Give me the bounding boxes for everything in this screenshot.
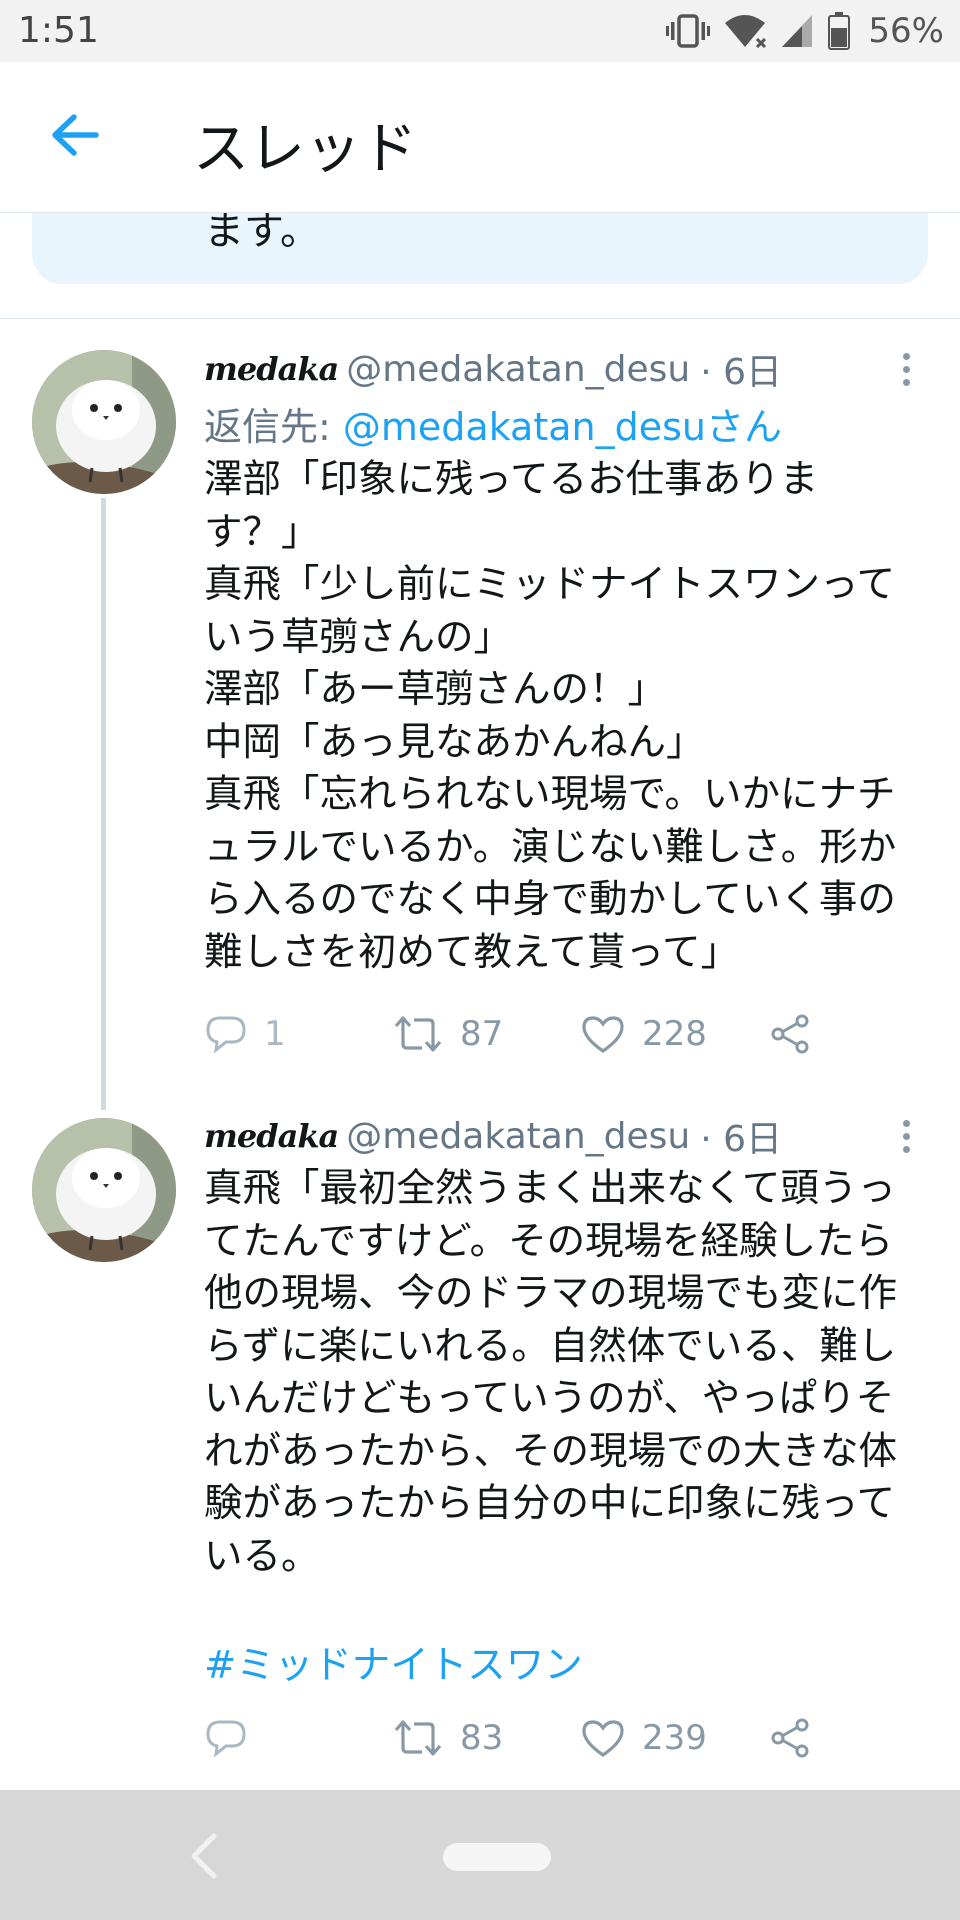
tweet-text-line: てたんですけど。その現場を経験したら bbox=[204, 1218, 894, 1264]
tweet-text-line: 真飛「最初全然うまく出来なくて頭うっ bbox=[204, 1166, 896, 1211]
tweet-header: medaka @medakatan_desu · 6日 bbox=[204, 1111, 782, 1161]
tweet-text: 真飛「最初全然うまく出来なくて頭うっ てたんですけど。その現場を経験したら 他の… bbox=[204, 1163, 934, 1583]
tweet-text-line: れがあったから、その現場での大きな体 bbox=[204, 1428, 898, 1474]
reply-icon bbox=[206, 1720, 246, 1758]
username[interactable]: @medakatan_desu bbox=[346, 349, 690, 390]
nav-home-pill[interactable] bbox=[443, 1843, 551, 1871]
thread-connector-line bbox=[101, 498, 106, 1110]
share-button[interactable] bbox=[770, 1708, 812, 1768]
tweet-text-line: 澤部「あー草彅さんの！」 bbox=[204, 667, 667, 712]
like-count: 239 bbox=[642, 1718, 707, 1758]
display-name[interactable]: medaka bbox=[204, 1117, 339, 1155]
bird-avatar-image bbox=[32, 350, 176, 494]
like-button[interactable]: 239 bbox=[580, 1708, 707, 1768]
reply-to-label: 返信先: bbox=[204, 405, 343, 449]
status-bar: 1:51 56% bbox=[0, 0, 960, 62]
page-title: スレッド bbox=[193, 117, 417, 182]
heart-icon bbox=[582, 1016, 624, 1053]
reply-icon bbox=[206, 1016, 246, 1054]
tweet-text-line: ら入るのでなく中身で動かしていく事の bbox=[204, 877, 896, 922]
bird-avatar-image bbox=[32, 1118, 176, 1262]
signal-icon bbox=[780, 13, 814, 49]
retweet-icon bbox=[394, 1016, 442, 1052]
heart-icon bbox=[582, 1720, 624, 1757]
like-button[interactable]: 228 bbox=[580, 1004, 707, 1064]
top-app-bar: スレッド bbox=[0, 62, 960, 213]
tweet-text: 澤部「印象に残ってるお仕事ありま す？」 真飛「少し前にミッドナイトスワンって … bbox=[204, 454, 934, 979]
tweet-time: · 6日 bbox=[700, 1119, 782, 1160]
avatar[interactable] bbox=[32, 1118, 176, 1262]
tweet-text-line: 中岡「あっ見なあかんねん」 bbox=[204, 719, 705, 765]
reply-to-line: 返信先: @medakatan_desuさん bbox=[204, 396, 782, 451]
tweet-actions: 83 239 bbox=[204, 1708, 844, 1768]
tweet-text-line: いる。 bbox=[204, 1533, 320, 1579]
share-icon bbox=[771, 1718, 809, 1758]
display-name[interactable]: medaka bbox=[204, 350, 339, 388]
tweet-text-line: 他の現場、今のドラマの現場でも変に作 bbox=[204, 1271, 898, 1316]
tweet-text-line: す？」 bbox=[204, 509, 320, 555]
tweet-text-line: らずに楽にいれる。自然体でいる、難し bbox=[204, 1323, 897, 1369]
reply-to-handle[interactable]: @medakatan_desuさん bbox=[343, 405, 782, 449]
share-icon bbox=[771, 1014, 809, 1054]
chevron-left-icon bbox=[191, 1833, 217, 1879]
back-button[interactable] bbox=[40, 102, 110, 172]
retweet-count: 83 bbox=[460, 1718, 504, 1758]
battery-percent: 56% bbox=[868, 11, 944, 51]
vibrate-icon bbox=[666, 13, 711, 49]
battery-icon bbox=[828, 12, 851, 50]
retweet-button[interactable]: 83 bbox=[392, 1708, 503, 1768]
tweet-text-line: 真飛「少し前にミッドナイトスワンって bbox=[204, 562, 896, 607]
status-icons: 56% bbox=[666, 8, 944, 54]
retweet-button[interactable]: 87 bbox=[392, 1004, 503, 1064]
tweet-time: · 6日 bbox=[700, 352, 782, 393]
like-count: 228 bbox=[642, 1014, 707, 1054]
tweet-text-line: ュラルでいるか。演じない難しさ。形か bbox=[204, 824, 897, 870]
tweet-header: medaka @medakatan_desu · 6日 bbox=[204, 344, 782, 394]
reply-button[interactable] bbox=[204, 1708, 264, 1768]
more-options-icon[interactable] bbox=[888, 344, 924, 394]
wifi-icon bbox=[724, 13, 767, 49]
tweet-text-line: 澤部「印象に残ってるお仕事ありま bbox=[204, 457, 819, 502]
tweet-text-line: いう草彅さんの」 bbox=[204, 614, 513, 660]
hashtag-link[interactable]: #ミッドナイトスワン bbox=[204, 1634, 583, 1690]
tweet-text-line: 難しさを初めて教えて貰って」 bbox=[204, 929, 740, 975]
reply-count: 1 bbox=[264, 1014, 286, 1054]
username[interactable]: @medakatan_desu bbox=[346, 1116, 690, 1157]
tweet-text-line: 真飛「忘れられない現場で。いかにナチ bbox=[204, 772, 896, 817]
tweet-text-line: 験があったから自分の中に印象に残って bbox=[204, 1481, 896, 1526]
divider bbox=[0, 318, 960, 319]
avatar[interactable] bbox=[32, 350, 176, 494]
status-time: 1:51 bbox=[18, 10, 99, 51]
more-options-icon[interactable] bbox=[888, 1111, 924, 1161]
tweet-actions: 1 87 228 bbox=[204, 1004, 844, 1064]
share-button[interactable] bbox=[770, 1004, 812, 1064]
arrow-left-icon bbox=[50, 113, 100, 161]
retweet-count: 87 bbox=[460, 1014, 504, 1054]
tweet-text-line: いんだけどもっていうのが、やっぱりそ bbox=[204, 1376, 895, 1421]
retweet-icon bbox=[394, 1720, 442, 1756]
reply-button[interactable]: 1 bbox=[204, 1004, 286, 1064]
nav-back-button[interactable] bbox=[180, 1828, 230, 1884]
